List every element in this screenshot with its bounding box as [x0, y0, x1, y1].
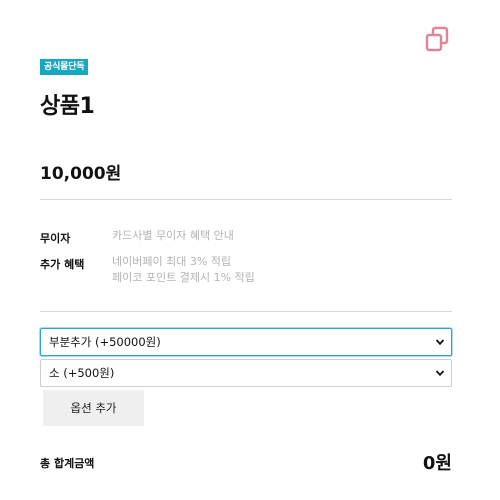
exclusive-badge: 공식몰단독 — [40, 59, 89, 75]
option-select-size[interactable]: 소 (+500원) — [40, 359, 452, 387]
option-select-addition[interactable]: 부분추가 (+50000원) — [40, 328, 452, 356]
divider — [40, 311, 452, 312]
total-value: 0원 — [422, 453, 452, 474]
product-title: 상품1 — [40, 94, 95, 119]
chevron-down-icon — [435, 339, 445, 346]
chevron-down-icon — [435, 370, 445, 377]
option-select-value: 부분추가 (+50000원) — [49, 335, 161, 349]
add-option-button[interactable]: 옵션 추가 — [43, 390, 144, 426]
interest-free-link[interactable]: 카드사별 무이자 혜택 안내 — [112, 228, 234, 244]
divider — [40, 199, 452, 200]
product-price: 10,000원 — [40, 164, 122, 184]
interest-free-label: 무이자 — [40, 232, 71, 245]
option-select-value: 소 (+500원) — [49, 366, 115, 380]
extra-benefit-line-1: 네이버페이 최대 3% 적립 — [112, 255, 232, 268]
extra-benefit-label: 추가 혜택 — [40, 258, 85, 271]
copy-icon — [425, 26, 449, 52]
extra-benefit-line-2: 페이코 포인트 결제시 1% 적립 — [112, 271, 255, 284]
copy-button[interactable] — [424, 26, 450, 52]
total-label: 총 합계금액 — [40, 457, 95, 470]
